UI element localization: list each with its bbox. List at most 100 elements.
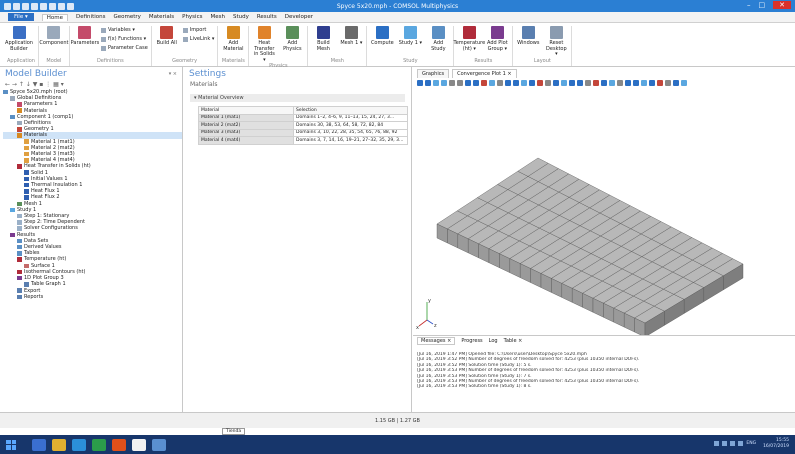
- table-row[interactable]: Material 1 (mat1) Domains 1–2, 4–6, 9, 11…: [198, 113, 408, 122]
- graphics-tool-icon[interactable]: [529, 80, 535, 86]
- graphics-tool-icon[interactable]: [457, 80, 463, 86]
- material-overview-section[interactable]: ▾ Material Overview: [190, 94, 405, 102]
- graphics-tool-icon[interactable]: [569, 80, 575, 86]
- graphics-tool-icon[interactable]: [449, 80, 455, 86]
- graphics-tool-icon[interactable]: [585, 80, 591, 86]
- ribbon-small-button-2-1[interactable]: f(x) Functions ▾: [100, 36, 148, 42]
- ribbon-button-4-0[interactable]: Add Material: [221, 26, 245, 58]
- graphics-tool-icon[interactable]: [489, 80, 495, 86]
- graphics-tool-icon[interactable]: [465, 80, 471, 86]
- ribbon-button-1-0[interactable]: Component: [39, 26, 68, 58]
- ribbon-tab-6[interactable]: Mesh: [210, 14, 224, 20]
- ribbon-small-button-3-0[interactable]: Import: [182, 27, 215, 33]
- ribbon-button-0-0[interactable]: Application Builder: [5, 26, 33, 58]
- ribbon-button-8-0[interactable]: Temperature (ht) ▾: [454, 26, 485, 58]
- graphics-tool-icon[interactable]: [561, 80, 567, 86]
- tray-battery-icon[interactable]: [730, 441, 736, 446]
- ribbon-tab-0[interactable]: File ▾: [8, 13, 34, 21]
- graphics-tool-icon[interactable]: [665, 80, 671, 86]
- ribbon-small-button-3-1[interactable]: LiveLink ▾: [182, 36, 214, 42]
- start-button[interactable]: [0, 435, 22, 454]
- graphics-tool-icon[interactable]: [521, 80, 527, 86]
- messages-tab-2[interactable]: Log: [489, 338, 498, 344]
- ribbon-tab-7[interactable]: Study: [233, 14, 249, 20]
- graphics-tool-icon[interactable]: [657, 80, 663, 86]
- graphics-tool-icon[interactable]: [649, 80, 655, 86]
- taskbar-store-icon[interactable]: [132, 438, 146, 451]
- graphics-toolbar[interactable]: [413, 78, 795, 96]
- tree-node-icon: [17, 238, 22, 244]
- table-row[interactable]: Material 3 (mat3) Domains 3, 10, 22, 28, …: [198, 128, 408, 137]
- table-row[interactable]: Material 2 (mat2) Domains 30, 38, 53, 64,…: [198, 121, 408, 130]
- ribbon-button-5-1[interactable]: Add Physics: [280, 26, 304, 63]
- ribbon-button-8-1[interactable]: Add Plot Group ▾: [485, 26, 509, 58]
- graphics-tool-icon[interactable]: [473, 80, 479, 86]
- graphics-tool-icon[interactable]: [441, 80, 447, 86]
- table-row[interactable]: Material 4 (mat4) Domains 3, 7, 14, 16, 1…: [198, 136, 408, 145]
- taskbar-explorer-icon[interactable]: [32, 438, 46, 451]
- ribbon-button-7-2[interactable]: Add Study: [426, 26, 450, 58]
- taskbar-browser-icon[interactable]: [72, 438, 86, 451]
- graphics-tool-icon[interactable]: [537, 80, 543, 86]
- ribbon-tab-3[interactable]: Geometry: [113, 14, 140, 20]
- ribbon-button-9-1[interactable]: Reset Desktop ▾: [544, 26, 568, 58]
- ribbon-tab-8[interactable]: Results: [257, 14, 277, 20]
- minimize-button[interactable]: –: [747, 1, 751, 9]
- tray-clock[interactable]: 15:55 16/07/2019: [763, 438, 789, 449]
- graphics-tool-icon[interactable]: [513, 80, 519, 86]
- tray-network-icon[interactable]: [714, 441, 720, 446]
- ribbon-button-9-0[interactable]: Windows: [516, 26, 540, 58]
- ribbon-button-7-0[interactable]: Compute: [370, 26, 394, 58]
- graphics-canvas[interactable]: y x z: [413, 96, 795, 335]
- graphics-tool-icon[interactable]: [625, 80, 631, 86]
- messages-tab-3[interactable]: Table ×: [504, 338, 523, 344]
- tray-volume-icon[interactable]: [722, 441, 728, 446]
- graphics-tool-icon[interactable]: [417, 80, 423, 86]
- ribbon-button-2-0[interactable]: Parameters: [71, 26, 99, 58]
- taskbar-comsol-icon[interactable]: [152, 438, 166, 451]
- graphics-tool-icon[interactable]: [633, 80, 639, 86]
- taskbar-office-icon[interactable]: [112, 438, 126, 451]
- tray-language[interactable]: ENG: [746, 441, 756, 446]
- maximize-button[interactable]: □: [759, 1, 766, 9]
- graphics-tool-icon[interactable]: [505, 80, 511, 86]
- graphics-tool-icon[interactable]: [553, 80, 559, 86]
- messages-tab-0[interactable]: Messages ×: [417, 337, 456, 345]
- messages-tab-1[interactable]: Progress: [461, 338, 482, 344]
- ribbon-button-3-0[interactable]: Build All: [155, 26, 179, 58]
- graphics-tool-icon[interactable]: [641, 80, 647, 86]
- tree-node-icon: [24, 170, 29, 175]
- panel-pin-icon[interactable]: ▾ ⨯: [169, 71, 177, 77]
- graphics-tool-icon[interactable]: [609, 80, 615, 86]
- model-builder-toolbar[interactable]: ← → ↑ ↓ ▼ ▪ ⋮ ▦ ▾: [0, 80, 182, 89]
- ribbon-small-button-2-2[interactable]: Parameter Case: [100, 45, 148, 51]
- graphics-tool-icon[interactable]: [601, 80, 607, 86]
- ribbon-button-5-0[interactable]: Heat Transfer in Solids ▾: [252, 26, 276, 63]
- graphics-tool-icon[interactable]: [433, 80, 439, 86]
- taskbar-folder-icon[interactable]: [52, 438, 66, 451]
- ribbon-button-7-1[interactable]: Study 1 ▾: [398, 26, 422, 58]
- graphics-tool-icon[interactable]: [545, 80, 551, 86]
- graphics-tool-icon[interactable]: [617, 80, 623, 86]
- ribbon-tab-9[interactable]: Developer: [285, 14, 313, 20]
- close-button[interactable]: ✕: [773, 1, 791, 9]
- graphics-tool-icon[interactable]: [481, 80, 487, 86]
- graphics-tab-0[interactable]: Graphics: [417, 69, 450, 78]
- ribbon-tab-5[interactable]: Physics: [182, 14, 202, 20]
- ribbon-tab-1[interactable]: Home: [41, 13, 68, 21]
- tray-notification-icon[interactable]: [738, 441, 744, 446]
- ribbon-tab-4[interactable]: Materials: [149, 14, 174, 20]
- graphics-tool-icon[interactable]: [681, 80, 687, 86]
- graphics-tool-icon[interactable]: [593, 80, 599, 86]
- ribbon-button-6-0[interactable]: Build Mesh: [311, 26, 335, 58]
- graphics-tool-icon[interactable]: [673, 80, 679, 86]
- graphics-tool-icon[interactable]: [577, 80, 583, 86]
- graphics-tab-1[interactable]: Convergence Plot 1 ×: [452, 69, 517, 78]
- ribbon-button-6-1[interactable]: Mesh 1 ▾: [339, 26, 363, 58]
- graphics-tool-icon[interactable]: [425, 80, 431, 86]
- ribbon-small-button-2-0[interactable]: Variables ▾: [100, 27, 148, 33]
- ribbon-tab-2[interactable]: Definitions: [76, 14, 106, 20]
- tree-node[interactable]: Reports: [3, 294, 182, 300]
- taskbar-excel-icon[interactable]: [92, 438, 106, 451]
- graphics-tool-icon[interactable]: [497, 80, 503, 86]
